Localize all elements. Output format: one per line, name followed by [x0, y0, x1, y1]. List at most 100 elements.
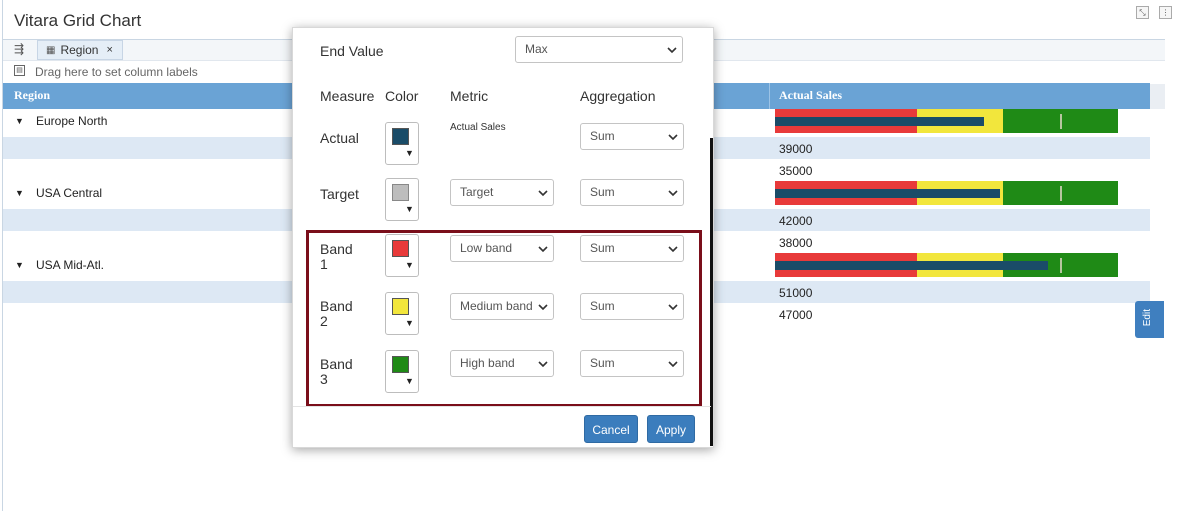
metric-header: Metric: [450, 88, 489, 104]
sales-value: 47000: [779, 308, 813, 322]
caret-down-icon: ▼: [405, 148, 414, 158]
chevron-down-icon: [538, 361, 548, 368]
sales-value: 35000: [779, 164, 813, 178]
actual-aggregation-select[interactable]: Sum: [580, 123, 684, 150]
actual-bar: [775, 189, 1000, 198]
aggregation-header: Aggregation: [580, 88, 656, 104]
collapse-icon[interactable]: ⤡: [1136, 6, 1149, 19]
band1-color-picker[interactable]: ▼: [385, 234, 419, 277]
target-aggregation-select[interactable]: Sum: [580, 179, 684, 206]
measure-target-label: Target: [320, 186, 359, 202]
chevron-down-icon: [538, 246, 548, 253]
target-marker: [1060, 186, 1062, 201]
band2-word: Band: [320, 298, 353, 314]
band1-metric-selected: Low band: [460, 241, 513, 255]
group-label: USA Central: [36, 186, 103, 200]
column-header-region[interactable]: Region: [14, 88, 50, 103]
band1-number: 1: [320, 256, 328, 272]
column-separator: [769, 83, 770, 109]
target-aggregation-selected: Sum: [590, 185, 615, 199]
band2-aggregation-selected: Sum: [590, 299, 615, 313]
app-title: Vitara Grid Chart: [14, 11, 142, 30]
apply-button[interactable]: Apply: [647, 415, 695, 443]
band2-aggregation-select[interactable]: Sum: [580, 293, 684, 320]
more-menu-icon[interactable]: ⋮: [1159, 6, 1172, 19]
grid-icon: ▦: [46, 44, 56, 56]
actual-color-picker[interactable]: ▼: [385, 122, 419, 165]
target-marker: [1060, 258, 1062, 273]
chevron-down-icon: [668, 190, 678, 197]
band3-number: 3: [320, 371, 328, 387]
end-value-label: End Value: [320, 43, 384, 59]
band3-aggregation-select[interactable]: Sum: [580, 350, 684, 377]
bullet-chart: [775, 181, 1118, 205]
target-color-picker[interactable]: ▼: [385, 178, 419, 221]
expand-caret-icon[interactable]: ▼: [15, 260, 24, 270]
caret-down-icon: ▼: [405, 318, 414, 328]
dialog-footer-divider: [293, 406, 711, 407]
sales-value: 39000: [779, 142, 813, 156]
chevron-down-icon: [667, 47, 677, 54]
measure-band2-label: Band 2: [320, 299, 353, 329]
actual-aggregation-selected: Sum: [590, 129, 615, 143]
chevron-down-icon: [668, 361, 678, 368]
drag-hint: Drag here to set column labels: [35, 65, 198, 79]
band3-metric-selected: High band: [460, 356, 515, 370]
sales-value: 42000: [779, 214, 813, 228]
actual-bar: [775, 117, 984, 126]
chart-properties-dialog: End Value Max Measure Color Metric Aggre…: [292, 27, 714, 448]
edit-tab-label: Edit: [1142, 309, 1153, 327]
band3-aggregation-selected: Sum: [590, 356, 615, 370]
actual-metric-value: Actual Sales: [450, 122, 506, 133]
chevron-down-icon: [538, 304, 548, 311]
band1-aggregation-selected: Sum: [590, 241, 615, 255]
tree-icon[interactable]: ⇶: [14, 42, 24, 56]
band2-color-swatch: [392, 298, 409, 315]
chevron-down-icon: [538, 190, 548, 197]
band3-color-picker[interactable]: ▼: [385, 350, 419, 393]
chevron-down-icon: [668, 134, 678, 141]
band1-aggregation-select[interactable]: Sum: [580, 235, 684, 262]
band2-metric-select[interactable]: Medium band: [450, 293, 554, 320]
band3-metric-select[interactable]: High band: [450, 350, 554, 377]
target-metric-selected: Target: [460, 185, 494, 199]
measure-header: Measure: [320, 88, 375, 104]
target-color-swatch: [392, 184, 409, 201]
measure-band1-label: Band 1: [320, 242, 353, 272]
band2-color-picker[interactable]: ▼: [385, 292, 419, 335]
end-value-selected: Max: [525, 42, 548, 56]
sales-value: 51000: [779, 286, 813, 300]
measure-actual-label: Actual: [320, 130, 359, 146]
end-value-select[interactable]: Max: [515, 36, 683, 63]
band1-color-swatch: [392, 240, 409, 257]
close-icon[interactable]: ×: [106, 44, 112, 56]
target-metric-select[interactable]: Target: [450, 179, 554, 206]
header-spacer: [1150, 84, 1165, 109]
expand-caret-icon[interactable]: ▼: [15, 116, 24, 126]
target-marker: [1060, 114, 1062, 129]
actual-color-swatch: [392, 128, 409, 145]
group-label: USA Mid-Atl.: [36, 258, 105, 272]
chevron-down-icon: [668, 246, 678, 253]
bullet-chart: [775, 109, 1118, 133]
caret-down-icon: ▼: [405, 204, 414, 214]
bullet-chart: [775, 253, 1118, 277]
cancel-button[interactable]: Cancel: [584, 415, 638, 443]
expand-caret-icon[interactable]: ▼: [15, 188, 24, 198]
edit-tab[interactable]: Edit: [1135, 301, 1164, 338]
band2-number: 2: [320, 313, 328, 329]
group-label: Europe North: [36, 114, 108, 128]
band3-color-swatch: [392, 356, 409, 373]
dialog-scrollbar[interactable]: [710, 138, 713, 446]
color-header: Color: [385, 88, 419, 104]
actual-bar: [775, 261, 1048, 270]
region-chip-label: Region: [60, 43, 99, 57]
column-header-actual-sales[interactable]: Actual Sales: [779, 88, 842, 103]
app-window: Vitara Grid Chart ⤡ ⋮ ⇶ ▦ Region × ▤ Dra…: [0, 0, 1180, 511]
chevron-down-icon: [668, 304, 678, 311]
region-chip[interactable]: ▦ Region ×: [37, 40, 123, 60]
caret-down-icon: ▼: [405, 376, 414, 386]
band1-word: Band: [320, 241, 353, 257]
caret-down-icon: ▼: [405, 260, 414, 270]
band1-metric-select[interactable]: Low band: [450, 235, 554, 262]
